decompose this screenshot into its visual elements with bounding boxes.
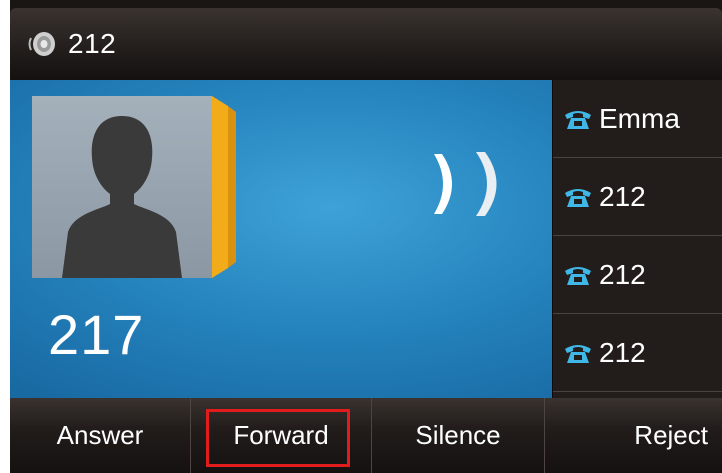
incoming-call-panel: 217 Emma 212 212 212 [10,80,722,398]
call-list-item[interactable]: 212 [553,236,722,314]
call-list: Emma 212 212 212 [552,80,722,398]
contact-avatar-icon [32,96,212,278]
reject-button[interactable]: Reject [545,398,722,473]
call-list-label: 212 [599,180,646,212]
speaker-icon [28,29,58,59]
silence-button[interactable]: Silence [372,398,544,473]
call-list-label: 212 [599,336,646,368]
forward-button[interactable]: Forward [191,398,371,473]
phone-icon [563,185,593,209]
phone-icon [563,107,593,131]
line-number: 212 [68,28,117,59]
call-list-label: Emma [599,102,680,134]
phone-icon [563,341,593,365]
call-list-item[interactable]: Emma [553,80,722,158]
call-list-label: 212 [599,258,646,290]
caller-number: 217 [48,303,145,366]
phone-icon [563,263,593,287]
answer-button[interactable]: Answer [10,398,190,473]
status-bar: 212 [10,8,722,80]
call-list-item[interactable]: 212 [553,158,722,236]
avatar-tab [212,96,242,278]
phone-screen: 212 217 Emma 212 212 212 Answer Forward … [10,0,722,473]
softkey-bar: Answer Forward Silence Reject [10,398,722,473]
call-list-item[interactable]: 212 [553,314,722,392]
ringing-icon [424,148,504,220]
